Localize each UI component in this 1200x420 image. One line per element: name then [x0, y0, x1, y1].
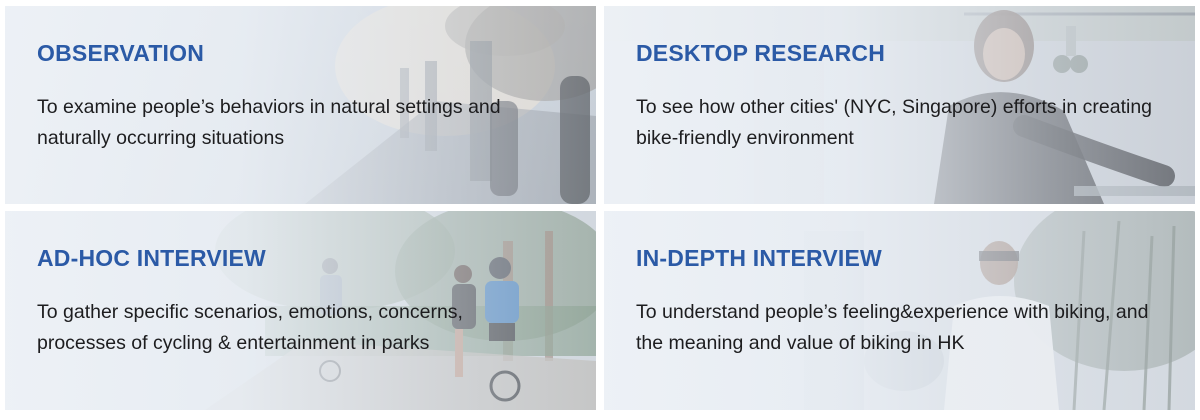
- research-methods-grid: OBSERVATION To examine people’s behavior…: [0, 0, 1200, 420]
- card-desktop-research: DESKTOP RESEARCH To see how other cities…: [604, 6, 1195, 204]
- card-ad-hoc-interview: AD-HOC INTERVIEW To gather specific scen…: [5, 211, 596, 410]
- desktop-research-title: DESKTOP RESEARCH: [636, 40, 886, 66]
- observation-title: OBSERVATION: [37, 40, 205, 66]
- ad-hoc-interview-description: To gather specific scenarios, emotions, …: [37, 301, 463, 354]
- ad-hoc-interview-title: AD-HOC INTERVIEW: [37, 245, 266, 271]
- observation-description: To examine people’s behaviors in natural…: [37, 96, 501, 149]
- card-observation: OBSERVATION To examine people’s behavior…: [5, 6, 596, 204]
- desktop-research-description: To see how other cities' (NYC, Singapore…: [636, 96, 1153, 149]
- card-in-depth-interview: IN-DEPTH INTERVIEW To understand people’…: [604, 211, 1195, 410]
- in-depth-interview-title: IN-DEPTH INTERVIEW: [636, 245, 882, 271]
- in-depth-interview-description: To understand people’s feeling&experienc…: [636, 301, 1149, 354]
